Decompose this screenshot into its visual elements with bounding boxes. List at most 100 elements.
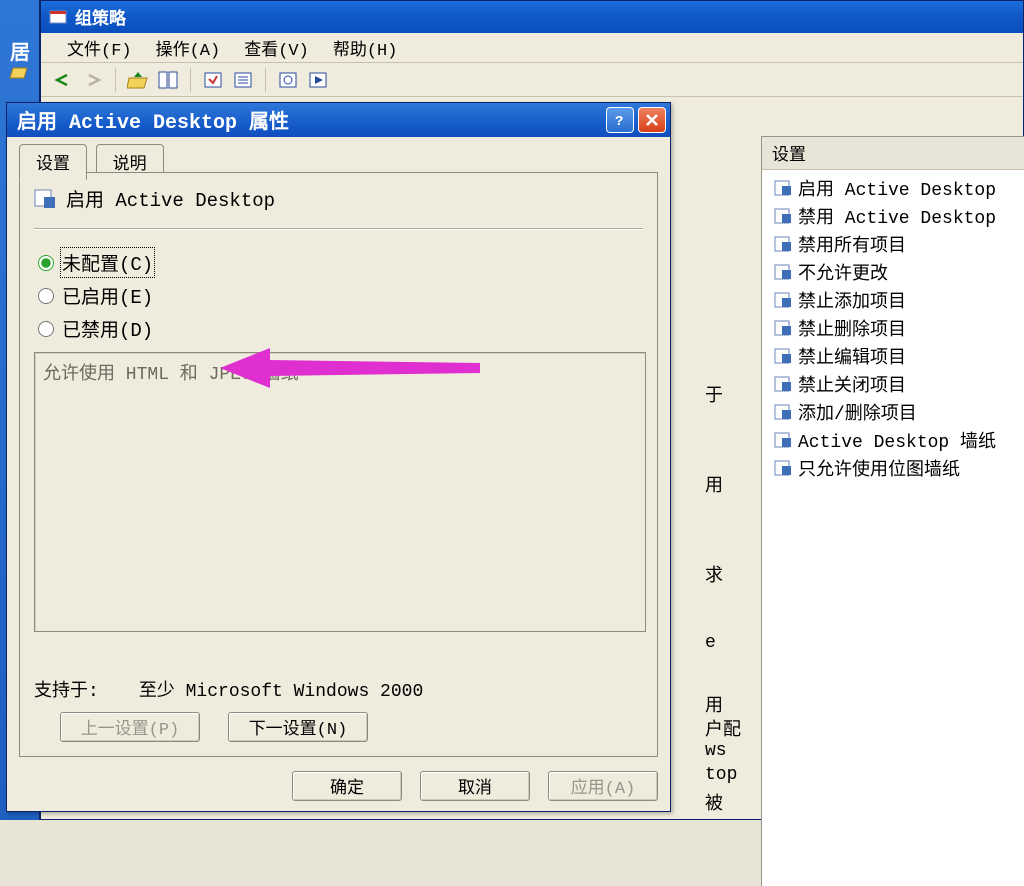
list-item-label: 禁止关闭项目 bbox=[798, 371, 906, 397]
svg-text:?: ? bbox=[615, 114, 623, 128]
close-button[interactable] bbox=[638, 107, 666, 133]
list-item-label: 禁用 Active Desktop bbox=[798, 203, 996, 229]
supported-on-row: 支持于: 至少 Microsoft Windows 2000 bbox=[34, 676, 423, 702]
dialog-button-row: 确定 取消 应用(A) bbox=[292, 771, 658, 801]
tab-settings[interactable]: 设置 bbox=[19, 144, 87, 180]
list-item-label: 禁止编辑项目 bbox=[798, 343, 906, 369]
radio-enabled-input[interactable] bbox=[38, 288, 54, 304]
description-box: 允许使用 HTML 和 JPEG 墙纸 bbox=[34, 352, 646, 632]
policy-icon bbox=[34, 188, 56, 210]
radio-not-configured-label: 未配置(C) bbox=[62, 249, 153, 276]
policy-icon bbox=[774, 431, 792, 449]
bg-text: 户配 bbox=[705, 715, 741, 741]
radio-disabled-label: 已禁用(D) bbox=[62, 315, 153, 342]
ok-button[interactable]: 确定 bbox=[292, 771, 402, 801]
app-icon bbox=[49, 8, 67, 26]
list-item-label: 启用 Active Desktop bbox=[798, 175, 996, 201]
radio-group: 未配置(C) 已启用(E) 已禁用(D) bbox=[38, 249, 643, 342]
toolbar-show-hide-button[interactable] bbox=[154, 66, 182, 94]
list-item-label: 禁用所有项目 bbox=[798, 231, 906, 257]
tab-strip: 设置 说明 bbox=[19, 143, 664, 173]
list-item-label: 添加/删除项目 bbox=[798, 399, 917, 425]
policy-icon bbox=[774, 263, 792, 281]
toolbar-separator bbox=[265, 68, 266, 92]
bg-text: 于 bbox=[705, 381, 723, 407]
tab-panel-settings: 启用 Active Desktop 未配置(C) 已启用(E) 已禁用(D) bbox=[19, 172, 658, 757]
radio-not-configured[interactable]: 未配置(C) bbox=[38, 249, 643, 276]
app-title: 组策略 bbox=[75, 4, 126, 30]
toolbar-properties-button[interactable] bbox=[199, 66, 227, 94]
menubar: 文件(F) 操作(A) 查看(V) 帮助(H) bbox=[41, 33, 1023, 63]
supported-on-label: 支持于: bbox=[34, 676, 99, 702]
menu-file[interactable]: 文件(F) bbox=[57, 33, 142, 63]
toolbar-separator bbox=[190, 68, 191, 92]
list-item[interactable]: 禁用所有项目 bbox=[764, 230, 1024, 258]
policy-icon bbox=[774, 235, 792, 253]
list-item-label: Active Desktop 墙纸 bbox=[798, 427, 996, 453]
list-item-label: 禁止删除项目 bbox=[798, 315, 906, 341]
toolbar-separator bbox=[115, 68, 116, 92]
policy-icon bbox=[774, 291, 792, 309]
policy-icon bbox=[774, 375, 792, 393]
policy-icon bbox=[774, 347, 792, 365]
policy-header: 启用 Active Desktop bbox=[34, 185, 643, 222]
settings-list-header[interactable]: 设置 bbox=[762, 137, 1024, 170]
bg-text: 用 bbox=[705, 471, 723, 497]
toolbar-forward-button[interactable] bbox=[79, 66, 107, 94]
description-text: 允许使用 HTML 和 JPEG 墙纸 bbox=[43, 365, 299, 385]
dialog-titlebar[interactable]: 启用 Active Desktop 属性 ? bbox=[7, 103, 670, 137]
settings-list-pane: 设置 启用 Active Desktop 禁用 Active Desktop 禁… bbox=[761, 136, 1024, 886]
dialog-title: 启用 Active Desktop 属性 bbox=[17, 105, 289, 135]
radio-not-configured-input[interactable] bbox=[38, 255, 54, 271]
bg-text: top bbox=[705, 765, 737, 785]
list-item[interactable]: 禁用 Active Desktop bbox=[764, 202, 1024, 230]
radio-disabled-input[interactable] bbox=[38, 321, 54, 337]
policy-name: 启用 Active Desktop bbox=[66, 185, 275, 212]
cancel-button[interactable]: 取消 bbox=[420, 771, 530, 801]
toolbar-up-button[interactable] bbox=[124, 66, 152, 94]
list-item-label: 只允许使用位图墙纸 bbox=[798, 455, 960, 481]
next-setting-button[interactable]: 下一设置(N) bbox=[228, 712, 368, 742]
bg-text: 求 bbox=[705, 561, 723, 587]
bg-text: 用 bbox=[705, 691, 723, 717]
list-item[interactable]: 添加/删除项目 bbox=[764, 398, 1024, 426]
app-titlebar: 组策略 bbox=[41, 1, 1023, 33]
toolbar-back-button[interactable] bbox=[49, 66, 77, 94]
apply-button[interactable]: 应用(A) bbox=[548, 771, 658, 801]
list-item[interactable]: 启用 Active Desktop bbox=[764, 174, 1024, 202]
menu-action[interactable]: 操作(A) bbox=[146, 33, 231, 63]
toolbar-extra-button[interactable] bbox=[304, 66, 332, 94]
dialog-body: 设置 说明 启用 Active Desktop 未配置(C) 已启用(E) bbox=[13, 143, 664, 761]
radio-enabled[interactable]: 已启用(E) bbox=[38, 282, 643, 309]
list-item[interactable]: 禁止删除项目 bbox=[764, 314, 1024, 342]
policy-icon bbox=[774, 459, 792, 477]
policy-icon bbox=[774, 179, 792, 197]
toolbar-list-button[interactable] bbox=[229, 66, 257, 94]
radio-disabled[interactable]: 已禁用(D) bbox=[38, 315, 643, 342]
menu-view[interactable]: 查看(V) bbox=[234, 33, 319, 63]
list-item-label: 禁止添加项目 bbox=[798, 287, 906, 313]
toolbar-filter-button[interactable] bbox=[274, 66, 302, 94]
list-item[interactable]: 禁止编辑项目 bbox=[764, 342, 1024, 370]
policy-icon bbox=[774, 403, 792, 421]
bg-text: e bbox=[705, 633, 716, 653]
settings-list: 启用 Active Desktop 禁用 Active Desktop 禁用所有… bbox=[762, 170, 1024, 486]
list-item[interactable]: 只允许使用位图墙纸 bbox=[764, 454, 1024, 482]
policy-icon bbox=[774, 319, 792, 337]
bg-text: 被 bbox=[705, 789, 723, 815]
radio-enabled-label: 已启用(E) bbox=[62, 282, 153, 309]
list-item[interactable]: Active Desktop 墙纸 bbox=[764, 426, 1024, 454]
list-item[interactable]: 禁止关闭项目 bbox=[764, 370, 1024, 398]
menu-help[interactable]: 帮助(H) bbox=[323, 33, 408, 63]
previous-setting-button[interactable]: 上一设置(P) bbox=[60, 712, 200, 742]
toolbar bbox=[41, 63, 1023, 97]
divider bbox=[34, 228, 643, 229]
list-item-label: 不允许更改 bbox=[798, 259, 888, 285]
properties-dialog: 启用 Active Desktop 属性 ? 设置 说明 启用 Active D… bbox=[6, 102, 671, 812]
list-item[interactable]: 不允许更改 bbox=[764, 258, 1024, 286]
list-item[interactable]: 禁止添加项目 bbox=[764, 286, 1024, 314]
stripe-icon bbox=[4, 62, 36, 91]
bg-text: ws bbox=[705, 741, 727, 761]
help-button[interactable]: ? bbox=[606, 107, 634, 133]
policy-icon bbox=[774, 207, 792, 225]
